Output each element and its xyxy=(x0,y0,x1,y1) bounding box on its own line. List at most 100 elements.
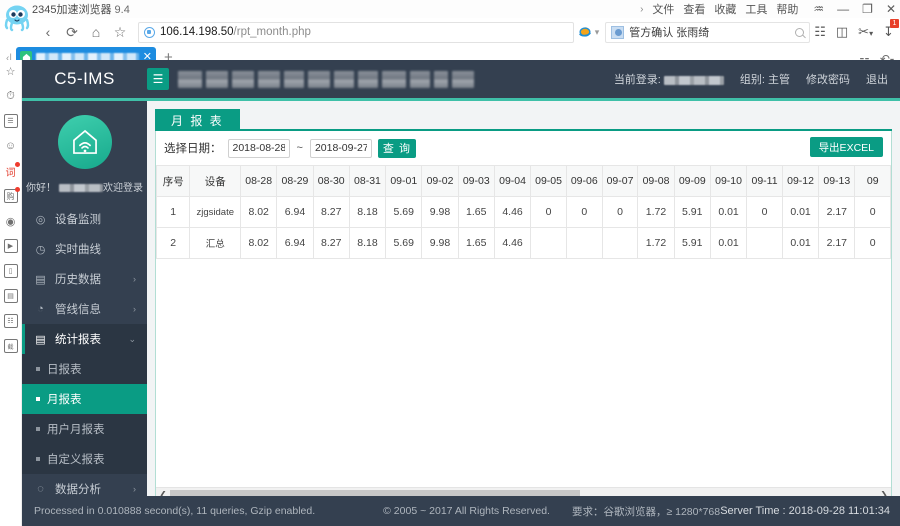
scissors-icon[interactable]: ✂▾ xyxy=(858,24,873,40)
change-password-link[interactable]: 修改密码 xyxy=(806,71,850,87)
history-icon[interactable]: ⏱ xyxy=(3,88,19,104)
table-column-header: 09-09 xyxy=(673,165,711,197)
table-cell-value: 2.17 xyxy=(818,227,856,259)
sidebar-item-history-data[interactable]: ▤ 历史数据 › xyxy=(22,264,147,294)
menu-tools[interactable]: 工具 xyxy=(745,1,767,17)
table-cell-value: 8.02 xyxy=(240,196,278,228)
logout-link[interactable]: 退出 xyxy=(866,71,888,87)
favorites-icon[interactable]: ☆ xyxy=(3,63,19,79)
sidebar-item-label: 数据分析 xyxy=(55,484,101,496)
screenshot-icon[interactable]: 截 xyxy=(3,338,19,354)
apps-icon[interactable]: ☷ xyxy=(814,24,826,40)
notes-icon[interactable]: ☷ xyxy=(3,313,19,329)
table-cell-value: 6.94 xyxy=(276,227,314,259)
date-range-separator: ~ xyxy=(296,142,303,154)
monthly-report-table: 序号 设备 08-28 08-29 08-30 08-31 09-01 09-02 09-03 0… xyxy=(156,165,891,259)
news-icon[interactable]: ☰ xyxy=(3,113,19,129)
home-button[interactable]: ⌂ xyxy=(84,20,108,44)
chevron-right-icon: › xyxy=(133,304,136,314)
skin-icon[interactable]: ♒ xyxy=(813,3,824,15)
tv-icon[interactable]: ▯ xyxy=(3,263,19,279)
sidebar-subitem-monthly-report[interactable]: 月报表 xyxy=(22,384,147,414)
sidebar-subitem-daily-report[interactable]: 日报表 xyxy=(22,354,147,384)
content-tabs: 月 报 表 xyxy=(155,109,892,131)
date-start-input[interactable] xyxy=(227,138,290,158)
sidebar-subitem-label: 自定义报表 xyxy=(47,454,105,466)
menu-favorites[interactable]: 收藏 xyxy=(714,1,736,17)
chevron-down-icon: ⌄ xyxy=(128,333,136,344)
sidebar-item-pipeline-info[interactable]: ◔ 管线信息 › xyxy=(22,294,147,324)
url-text: 106.14.198.50/rpt_month.php xyxy=(160,26,311,38)
greeting-prefix: 你好！ xyxy=(26,183,56,194)
maximize-button[interactable]: ❐ xyxy=(862,3,873,15)
sidebar-item-label: 统计报表 xyxy=(55,334,101,346)
close-button[interactable]: ✕ xyxy=(886,3,896,15)
greeting-suffix: 欢迎登录 xyxy=(103,183,143,194)
search-icon[interactable] xyxy=(795,27,805,37)
menu-file[interactable]: 文件 xyxy=(652,1,674,17)
query-button[interactable]: 查 询 xyxy=(377,138,416,158)
sidebar-submenu: 日报表 月报表 用户月报表 自定义报表 xyxy=(22,354,147,474)
search-value: 管方确认 张雨绮 xyxy=(629,27,710,39)
table-cell-value: 8.18 xyxy=(348,196,387,228)
browser-titlebar: 2345加速浏览器 9.4 › 文件 查看 收藏 工具 帮助 ♒ — ❐ ✕ xyxy=(0,0,900,18)
table-column-header: 09-03 xyxy=(457,165,495,197)
menu-toggle-button[interactable]: ☰ xyxy=(147,68,169,90)
table-cell-value: 0 xyxy=(565,196,603,228)
calculator-icon[interactable]: ▤ xyxy=(3,288,19,304)
table-cell-value: 4.46 xyxy=(493,227,532,259)
sidebar-greeting: 你好！ 欢迎登录 xyxy=(22,179,147,194)
menu-help[interactable]: 帮助 xyxy=(776,1,798,17)
table-cell-index: 1 xyxy=(156,196,191,228)
table-cell-device: 汇总 xyxy=(189,227,242,259)
export-excel-button[interactable]: 导出EXCEL xyxy=(809,137,883,157)
report-table-wrap: 序号 设备 08-28 08-29 08-30 08-31 09-01 09-02 09-03 0… xyxy=(156,165,891,259)
table-column-header: 序号 xyxy=(156,165,191,197)
footer-server-time: Server Time : 2018-09-28 11:01:34 xyxy=(720,505,890,517)
download-icon[interactable]: ↧ 1 xyxy=(883,19,899,40)
wechat-icon[interactable]: ☺ xyxy=(3,138,19,154)
dictionary-icon[interactable]: 词 xyxy=(3,162,20,179)
date-end-input[interactable] xyxy=(309,138,372,158)
table-cell-value: 8.27 xyxy=(312,196,350,228)
table-column-header: 09-02 xyxy=(421,165,459,197)
game-icon[interactable]: ◉ xyxy=(3,213,19,229)
table-cell-value: 5.91 xyxy=(673,227,711,259)
sidebar-item-label: 管线信息 xyxy=(55,304,101,316)
back-button[interactable]: ‹ xyxy=(36,20,60,44)
ie-engine-icon[interactable] xyxy=(578,25,592,39)
sidebar-item-device-monitor[interactable]: ◎ 设备监测 xyxy=(22,204,147,234)
video-icon[interactable]: ▶ xyxy=(3,238,19,254)
search-input[interactable]: 管方确认 张雨绮 xyxy=(605,21,811,43)
app-header-nav-redacted xyxy=(178,70,474,88)
analysis-icon: ◌ xyxy=(37,483,44,495)
pipeline-icon: ◔ xyxy=(37,303,44,315)
table-cell-value: 1.72 xyxy=(637,227,675,259)
avatar xyxy=(22,101,147,169)
minimize-button[interactable]: — xyxy=(837,3,849,15)
shopping-icon[interactable]: 购 xyxy=(3,187,20,204)
menu-expand-icon[interactable]: › xyxy=(640,4,643,15)
table-header-row: 序号 设备 08-28 08-29 08-30 08-31 09-01 09-02 09-03 0… xyxy=(156,165,891,197)
reload-button[interactable]: ⟳ xyxy=(60,20,84,44)
sidebar-subitem-user-monthly-report[interactable]: 用户月报表 xyxy=(22,414,147,444)
sidebar-subitem-label: 日报表 xyxy=(47,364,82,376)
address-bar[interactable]: 106.14.198.50/rpt_month.php xyxy=(138,21,574,43)
browser-navbar: ‹ ⟳ ⌂ ☆ 106.14.198.50/rpt_month.php ▾ 管方… xyxy=(0,5,900,46)
sidebar-subitem-custom-report[interactable]: 自定义报表 xyxy=(22,444,147,474)
reader-icon[interactable]: ◫ xyxy=(836,24,848,40)
tab-monthly-report[interactable]: 月 报 表 xyxy=(155,109,240,131)
menu-view[interactable]: 查看 xyxy=(683,1,705,17)
engine-dropdown-icon[interactable]: ▾ xyxy=(595,27,600,38)
tab-filler xyxy=(239,109,892,131)
sidebar-item-realtime-curve[interactable]: ◷ 实时曲线 xyxy=(22,234,147,264)
table-cell-value: 0 xyxy=(854,196,891,228)
bookmark-star-icon[interactable]: ☆ xyxy=(108,20,132,44)
app-sidebar: 你好！ 欢迎登录 ◎ 设备监测 ◷ 实时曲线 ▤ 历史数据 › ◔ 管线信息 ›… xyxy=(22,101,147,526)
table-cell-value: 5.69 xyxy=(385,196,423,228)
sidebar-item-statistics-report[interactable]: ▤ 统计报表 ⌄ xyxy=(22,324,147,354)
table-column-header: 08-28 xyxy=(240,165,278,197)
browser-version: 9.4 xyxy=(114,4,130,16)
chevron-right-icon: › xyxy=(133,484,136,494)
table-cell-value: 6.94 xyxy=(276,196,314,228)
